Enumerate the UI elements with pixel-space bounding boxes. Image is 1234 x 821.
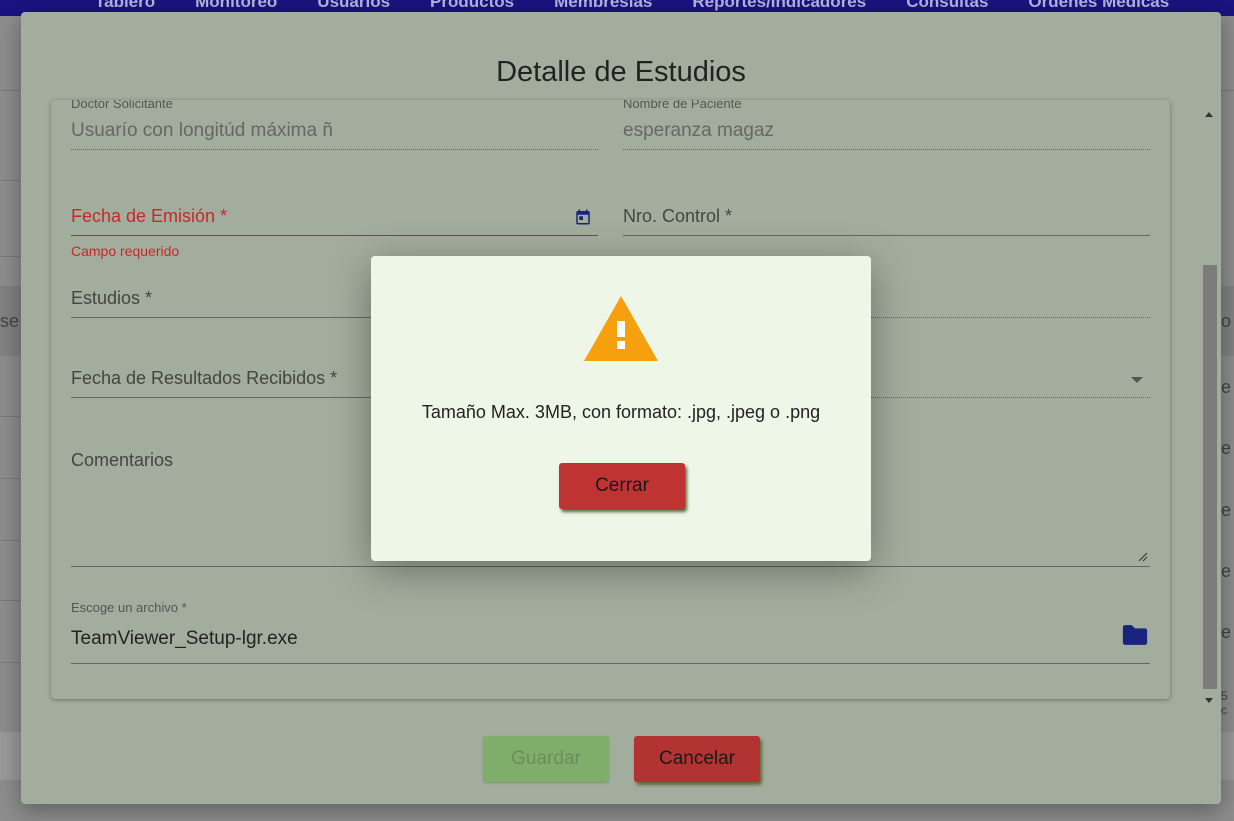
divider — [0, 256, 22, 257]
calendar-icon[interactable] — [574, 208, 592, 226]
control-number-label: Nro. Control * — [623, 206, 733, 226]
patient-value: esperanza magaz — [623, 120, 775, 141]
file-chooser[interactable]: Escoge un archivo * TeamViewer_Setup-lgr… — [71, 600, 1150, 664]
emission-date-label: Fecha de Emisión * — [71, 206, 228, 226]
divider — [0, 478, 22, 479]
background-cell: e — [1221, 561, 1232, 581]
studies-label: Estudios * — [71, 288, 153, 308]
cancel-button[interactable]: Cancelar — [634, 736, 760, 782]
field-underline — [71, 566, 1150, 567]
nav-item-monitoreo[interactable]: Monitoreo — [195, 0, 277, 12]
alert-message: Tamaño Max. 3MB, con formato: .jpg, .jpe… — [421, 402, 821, 422]
emission-date-input[interactable]: Fecha de Emisión * — [71, 202, 598, 238]
resize-handle-icon[interactable] — [1138, 552, 1148, 562]
field-underline — [623, 149, 1150, 150]
nav-item-membresias[interactable]: Membresías — [554, 0, 652, 12]
emission-date-error: Campo requerido — [71, 243, 180, 259]
close-button[interactable]: Cerrar — [559, 463, 685, 509]
divider — [0, 662, 22, 663]
doctor-label: Doctor Solicitante — [71, 100, 173, 111]
field-underline — [71, 149, 598, 150]
nav-item-tablero[interactable]: Tablero — [95, 0, 155, 12]
nav-item-productos[interactable]: Productos — [430, 0, 514, 12]
scrollbar[interactable] — [1201, 108, 1218, 708]
nav-item-ordenes[interactable]: Órdenes Médicas — [1028, 0, 1169, 12]
field-underline — [71, 235, 598, 236]
patient-label: Nombre de Paciente — [623, 100, 742, 111]
background-cell: e — [1221, 500, 1232, 520]
nav-item-reportes[interactable]: Reportes/Indicadores — [692, 0, 866, 12]
field-underline — [71, 663, 1150, 664]
results-date-label: Fecha de Resultados Recibidos * — [71, 368, 338, 388]
background-right-column: o e e e e e 5 c — [1221, 0, 1234, 821]
doctor-value: Usuarío con longitúd máxima ñ — [71, 120, 333, 141]
control-number-input[interactable]: Nro. Control * — [623, 202, 1150, 238]
folder-icon[interactable] — [1121, 624, 1149, 646]
divider — [0, 416, 22, 417]
save-button[interactable]: Guardar — [483, 736, 609, 782]
patient-field: Nombre de Paciente esperanza magaz — [623, 100, 1150, 154]
file-format-alert: Tamaño Max. 3MB, con formato: .jpg, .jpe… — [371, 256, 871, 561]
scroll-down-arrow-icon[interactable] — [1205, 698, 1213, 703]
comments-label: Comentarios — [71, 450, 174, 470]
divider — [0, 540, 22, 541]
chevron-down-icon — [1131, 377, 1143, 383]
scroll-up-arrow-icon[interactable] — [1205, 112, 1213, 117]
background-cell: e — [1221, 622, 1232, 642]
background-cell: 5 c — [1221, 689, 1228, 717]
nav-items: Tablero Monitoreo Usuarios Productos Mem… — [95, 0, 1169, 12]
divider — [0, 180, 22, 181]
background-cell: e — [1221, 377, 1232, 397]
background-cell: e — [1221, 438, 1232, 458]
divider — [0, 600, 22, 601]
field-underline — [623, 235, 1150, 236]
scrollbar-thumb[interactable] — [1203, 265, 1217, 689]
background-column-header: se — [0, 311, 20, 331]
doctor-field: Doctor Solicitante Usuarío con longitúd … — [71, 100, 598, 154]
nav-item-consultas[interactable]: Consultas — [906, 0, 988, 12]
nav-item-usuarios[interactable]: Usuarios — [317, 0, 390, 12]
background-cell: o — [1221, 311, 1232, 331]
warning-icon — [584, 296, 658, 361]
file-label: Escoge un archivo * — [71, 600, 187, 615]
file-name-value: TeamViewer_Setup-lgr.exe — [71, 628, 298, 649]
dialog-title: Detalle de Estudios — [496, 56, 746, 88]
